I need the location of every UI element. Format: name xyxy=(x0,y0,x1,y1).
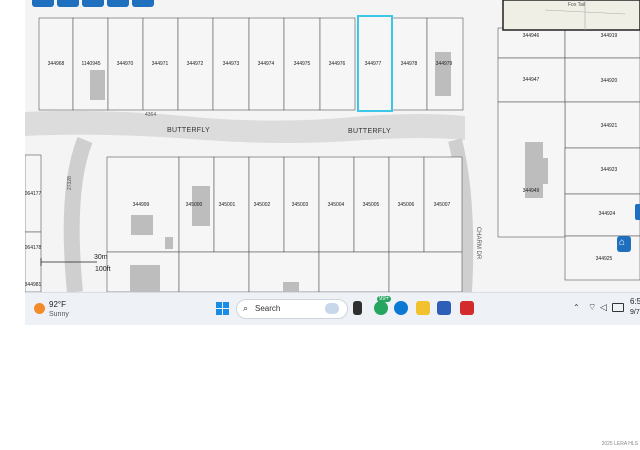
home-icon[interactable]: ⌂ xyxy=(619,237,625,248)
street-number-label: 4364 xyxy=(145,112,157,118)
parcel-label[interactable]: 344920 xyxy=(601,78,618,84)
chevron-up-icon[interactable]: ⌃ xyxy=(573,303,580,312)
parcel-label[interactable]: 344972 xyxy=(187,61,204,67)
parcel-label[interactable]: 344978 xyxy=(401,61,418,67)
search-icon: ⌕ xyxy=(243,303,249,313)
search-label: Search xyxy=(255,304,281,313)
street-label-charm: CHARM DR xyxy=(475,226,482,260)
windows-start-icon[interactable] xyxy=(216,302,229,315)
parcel-label[interactable]: 344971 xyxy=(152,61,169,67)
store-icon[interactable] xyxy=(437,301,451,315)
search-highlight-icon xyxy=(325,303,339,314)
inset-label: Fox Tail xyxy=(568,2,586,8)
scale-feet: 100ft xyxy=(95,266,111,273)
parcel-label[interactable]: 064178 xyxy=(25,245,41,251)
app-l-icon[interactable] xyxy=(460,301,474,315)
weather-sun-icon[interactable] xyxy=(34,303,45,314)
parcel-label[interactable]: 064177 xyxy=(25,191,41,197)
parcel-label[interactable]: 344921 xyxy=(601,123,618,129)
parcel-label[interactable]: 345000 xyxy=(186,202,203,208)
map-canvas xyxy=(25,0,640,292)
parcel-label[interactable]: 344976 xyxy=(329,61,346,67)
parcel-label[interactable]: 345007 xyxy=(434,202,451,208)
parcel-label[interactable]: 344973 xyxy=(223,61,240,67)
parcel-label[interactable]: 345001 xyxy=(219,202,236,208)
street-number-label: 27328 xyxy=(66,176,73,190)
wifi-icon[interactable]: ⌔ xyxy=(588,302,596,313)
battery-icon[interactable] xyxy=(612,303,624,312)
street-label: BUTTERFLY xyxy=(348,128,392,135)
edge-browser-icon[interactable] xyxy=(394,301,408,315)
parcel-label-selected[interactable]: 344977 xyxy=(365,61,382,67)
parcel-label[interactable]: 345003 xyxy=(292,202,309,208)
parcel-label[interactable]: 344924 xyxy=(599,211,616,217)
parcel-label[interactable]: 1140945 xyxy=(81,61,100,67)
parcel-label[interactable]: 344981 xyxy=(25,282,41,288)
parcel-label[interactable]: 345005 xyxy=(363,202,380,208)
parcel-label[interactable]: 344974 xyxy=(258,61,275,67)
copyright-text: 2025 LERA HLS xyxy=(601,441,638,447)
whatsapp-icon[interactable] xyxy=(374,301,388,315)
parcel-label[interactable]: 344968 xyxy=(48,61,65,67)
speaker-icon[interactable]: ◁ xyxy=(600,302,607,313)
weather-condition[interactable]: Sunny xyxy=(49,311,69,318)
parcel-label[interactable]: 344949 xyxy=(523,188,540,194)
parcel-label[interactable]: 345006 xyxy=(398,202,415,208)
clock-date[interactable]: 9/7 xyxy=(630,309,640,316)
file-explorer-icon[interactable] xyxy=(416,301,430,315)
weather-temp[interactable]: 92°F xyxy=(49,300,66,309)
street-label: BUTTERFLY xyxy=(167,127,211,134)
clock-time[interactable]: 6:5 xyxy=(630,297,640,306)
parcel-label[interactable]: 344923 xyxy=(601,167,618,173)
parcel-map[interactable]: 344968 1140945 344970 344971 344972 3449… xyxy=(25,0,640,292)
taskbar: 92°F Sunny ⌕ Search 99+ ⌃ ⌔ ◁ 6:5 9/7 xyxy=(25,292,640,325)
parcel-label[interactable]: 344919 xyxy=(601,33,618,39)
parcel-label[interactable]: 344999 xyxy=(133,202,150,208)
parcel-label[interactable]: 345004 xyxy=(328,202,345,208)
taskbar-search[interactable]: ⌕ Search xyxy=(236,299,348,319)
parcel-label[interactable]: 344947 xyxy=(523,77,540,83)
parcel-label[interactable]: 345002 xyxy=(254,202,271,208)
scale-meters: 30m xyxy=(94,254,108,261)
parcel-label[interactable]: 344979 xyxy=(436,61,453,67)
parcel-label[interactable]: 344970 xyxy=(117,61,134,67)
parcel-label[interactable]: 344975 xyxy=(294,61,311,67)
parcel-label[interactable]: 344925 xyxy=(596,256,613,262)
parcel-label[interactable]: 344946 xyxy=(523,33,540,39)
task-view-icon[interactable] xyxy=(353,301,362,315)
notification-badge: 99+ xyxy=(377,296,392,302)
